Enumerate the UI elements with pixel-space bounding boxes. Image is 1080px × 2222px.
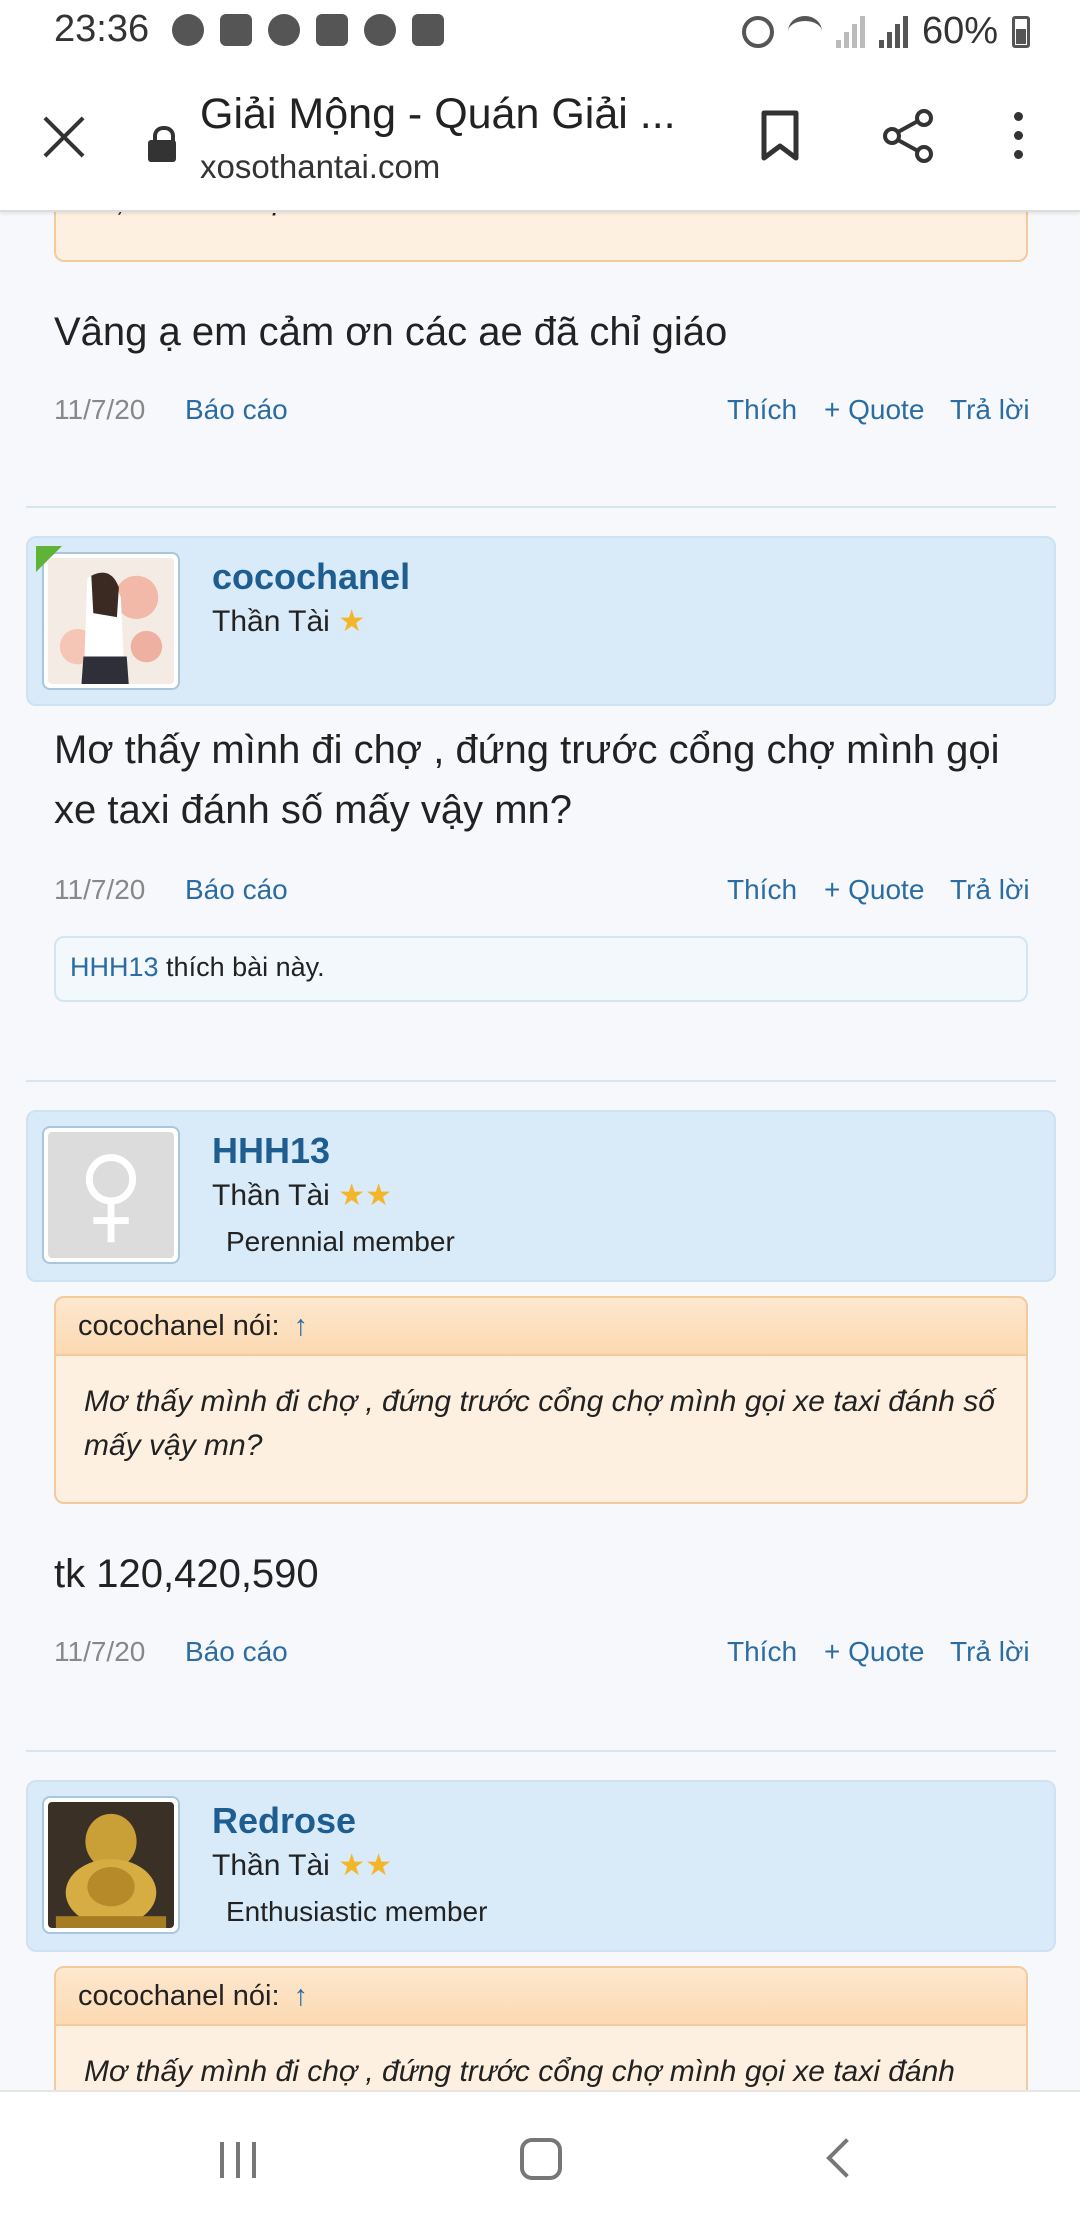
system-nav-bar xyxy=(0,2090,1080,2222)
post-message: Mơ thấy mình đi chợ , đứng trước cổng ch… xyxy=(54,728,1000,832)
quote-text: 24, 20 bt 20 bạn tk xyxy=(56,210,1026,248)
post-date[interactable]: 11/7/20 xyxy=(54,394,145,426)
member-title: Enthusiastic member xyxy=(226,1896,488,1927)
member-title: Perennial member xyxy=(226,1226,455,1257)
quote-link[interactable]: + Quote xyxy=(824,874,924,906)
quote-header: cocochanel nói: ↑ xyxy=(56,1968,1026,2026)
more-options-icon[interactable] xyxy=(1010,112,1026,162)
weather-icon xyxy=(268,14,300,46)
cloud-icon xyxy=(364,14,396,46)
username[interactable]: Redrose xyxy=(212,1800,356,1842)
avatar[interactable] xyxy=(42,552,180,690)
post-date[interactable]: 11/7/20 xyxy=(54,1636,145,1668)
reply-link[interactable]: Trả lời xyxy=(950,1636,1030,1668)
status-bar: 23:36 60% xyxy=(0,0,1080,68)
status-time: 23:36 xyxy=(54,8,150,50)
user-card: Redrose Thần Tài ★★ Enthusiastic member xyxy=(26,1780,1056,1952)
close-icon[interactable] xyxy=(40,112,90,162)
dictionary-app-icon xyxy=(412,14,444,46)
battery-text: 60% xyxy=(921,10,998,52)
signal-icon-2 xyxy=(878,15,908,48)
home-icon[interactable] xyxy=(520,2138,562,2180)
like-link[interactable]: Thích xyxy=(727,1636,797,1668)
liker-link[interactable]: HHH13 xyxy=(70,952,159,982)
share-icon[interactable] xyxy=(880,108,936,164)
avatar-image xyxy=(48,558,174,684)
post-message: tk 120,420,590 xyxy=(54,1552,319,1596)
user-rank: Thần Tài ★ xyxy=(212,605,366,638)
notification-icons xyxy=(172,14,444,46)
back-icon[interactable] xyxy=(826,2138,866,2178)
bookmark-icon[interactable] xyxy=(760,110,800,162)
star-icon: ★★ xyxy=(338,1179,392,1212)
page-title[interactable]: Giải Mộng - Quán Giải ... xyxy=(200,90,676,139)
gallery-icon xyxy=(316,14,348,46)
post-message: Vâng ạ em cảm ơn các ae đã chỉ giáo xyxy=(54,310,728,354)
quote-author: cocochanel nói: xyxy=(78,1980,280,2012)
facebook-icon xyxy=(172,14,204,46)
avatar[interactable] xyxy=(42,1796,180,1934)
like-link[interactable]: Thích xyxy=(727,874,797,906)
report-link[interactable]: Báo cáo xyxy=(185,394,288,426)
online-marker xyxy=(36,546,62,572)
reply-link[interactable]: Trả lời xyxy=(950,394,1030,426)
recent-apps-icon[interactable] xyxy=(220,2142,256,2178)
report-link[interactable]: Báo cáo xyxy=(185,1636,288,1668)
reply-link[interactable]: Trả lời xyxy=(950,874,1030,906)
like-link[interactable]: Thích xyxy=(727,394,797,426)
user-card: cocochanel Thần Tài ★ xyxy=(26,536,1056,706)
user-rank: Thần Tài ★★ xyxy=(212,1179,392,1212)
signal-icon-1 xyxy=(835,15,865,48)
star-icon: ★ xyxy=(338,605,366,638)
quote-author: cocochanel nói: xyxy=(78,1310,280,1342)
alarm-icon xyxy=(741,15,774,48)
quote-box: cocochanel nói: ↑ Mơ thấy mình đi chợ , … xyxy=(54,1296,1028,1504)
user-rank: Thần Tài ★★ xyxy=(212,1849,392,1882)
likes-text: thích bài này. xyxy=(166,952,325,982)
default-female-avatar-icon xyxy=(48,1132,174,1258)
username[interactable]: cocochanel xyxy=(212,556,410,598)
report-link[interactable]: Báo cáo xyxy=(185,874,288,906)
post-divider xyxy=(26,1080,1056,1082)
quote-link[interactable]: + Quote xyxy=(824,1636,924,1668)
quote-text: Mơ thấy mình đi chợ , đứng trước cổng ch… xyxy=(84,1385,995,1462)
quote-text: Mơ thấy mình đi chợ , đứng trước cổng ch… xyxy=(84,2055,955,2088)
wifi-icon xyxy=(787,16,822,47)
avatar-image xyxy=(48,1802,174,1928)
quote-header: cocochanel nói: ↑ xyxy=(56,1298,1026,1356)
system-indicators: 60% xyxy=(741,10,1030,53)
post-divider xyxy=(26,1750,1056,1752)
likes-summary: HHH13 thích bài này. xyxy=(54,936,1028,1002)
quote-link[interactable]: + Quote xyxy=(824,394,924,426)
avatar[interactable] xyxy=(42,1126,180,1264)
post-date[interactable]: 11/7/20 xyxy=(54,874,145,906)
post-divider xyxy=(26,506,1056,508)
user-card: HHH13 Thần Tài ★★ Perennial member xyxy=(26,1110,1056,1282)
username[interactable]: HHH13 xyxy=(212,1130,330,1172)
quote-box: cocochanel nói: ↑ Mơ thấy mình đi chợ , … xyxy=(54,1966,1028,2090)
battery-icon xyxy=(1012,15,1030,48)
quote-jump-icon[interactable]: ↑ xyxy=(294,1980,309,2012)
browser-toolbar: Giải Mộng - Quán Giải ... xosothantai.co… xyxy=(0,68,1080,212)
lock-icon[interactable] xyxy=(148,126,176,162)
quote-box-partial: 24, 20 bt 20 bạn tk xyxy=(54,210,1028,262)
page-url[interactable]: xosothantai.com xyxy=(200,148,440,186)
thread-content: 24, 20 bt 20 bạn tk Vâng ạ em cảm ơn các… xyxy=(0,210,1080,2090)
quote-jump-icon[interactable]: ↑ xyxy=(294,1310,309,1342)
clock-app-icon xyxy=(220,14,252,46)
star-icon: ★★ xyxy=(338,1849,392,1882)
